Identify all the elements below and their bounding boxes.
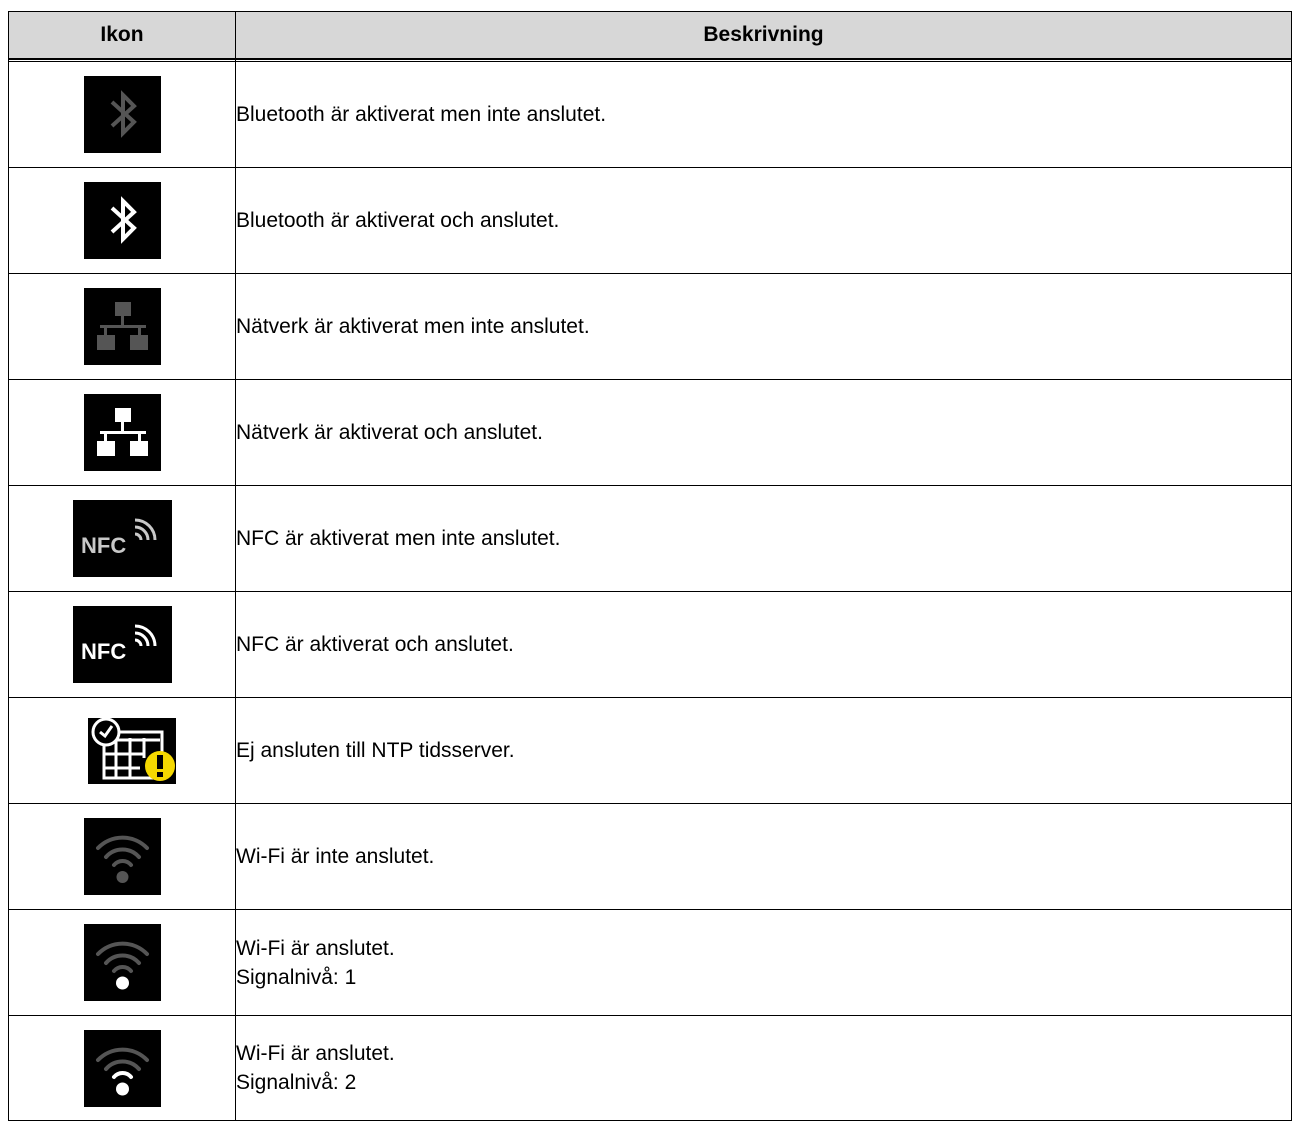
table-row: Nätverk är aktiverat men inte anslutet. (8, 273, 1292, 380)
row-description: Wi-Fi är anslutet. (236, 936, 395, 960)
table-row: Bluetooth är aktiverat men inte anslutet… (8, 61, 1292, 168)
network-inactive-icon (83, 288, 161, 365)
row-signal-level: Signalnivå: 2 (236, 1071, 357, 1094)
wifi-disconnected-icon (83, 818, 161, 895)
table-row: Wi-Fi är anslutet. Signalnivå: 2 (8, 1015, 1292, 1121)
nfc-label: NFC (81, 533, 126, 558)
table-row: Wi-Fi är inte anslutet. (8, 803, 1292, 910)
row-description: Bluetooth är aktiverat men inte anslutet… (236, 103, 607, 126)
table-row: Wi-Fi är anslutet. Signalnivå: 1 (8, 909, 1292, 1016)
row-description: Wi-Fi är inte anslutet. (236, 845, 435, 868)
bluetooth-active-icon (83, 182, 161, 259)
table-header-row: Ikon Beskrivning (8, 11, 1292, 59)
wifi-signal-1-icon (83, 924, 161, 1001)
row-description: Nätverk är aktiverat men inte anslutet. (236, 315, 590, 338)
table-row: Nätverk är aktiverat och anslutet. (8, 379, 1292, 486)
table-row: NFC NFC är aktiverat och anslutet. (8, 591, 1292, 698)
row-description: NFC är aktiverat och anslutet. (236, 633, 514, 656)
wifi-signal-2-icon (83, 1029, 161, 1107)
header-icon: Ikon (8, 11, 236, 59)
icon-description-table: Ikon Beskrivning Bluetooth är aktiverat … (8, 11, 1292, 1121)
nfc-active-icon: NFC (72, 606, 172, 683)
row-description: Nätverk är aktiverat och anslutet. (236, 421, 543, 444)
row-description: Bluetooth är aktiverat och anslutet. (236, 209, 560, 232)
row-description: Wi-Fi är anslutet. (236, 1042, 395, 1065)
table-row: Bluetooth är aktiverat och anslutet. (8, 167, 1292, 274)
bluetooth-inactive-icon (83, 76, 161, 153)
row-description: Ej ansluten till NTP tidsserver. (236, 739, 515, 762)
row-description: NFC är aktiverat men inte anslutet. (236, 527, 561, 550)
table-row: NFC NFC är aktiverat men inte anslutet. (8, 485, 1292, 592)
nfc-label: NFC (81, 639, 126, 664)
table-row: Ej ansluten till NTP tidsserver. (8, 697, 1292, 804)
nfc-inactive-icon: NFC (72, 500, 172, 577)
ntp-warning-icon (84, 712, 176, 789)
network-active-icon (83, 394, 161, 471)
header-description: Beskrivning (235, 11, 1292, 59)
row-signal-level: Signalnivå: 1 (236, 965, 357, 989)
